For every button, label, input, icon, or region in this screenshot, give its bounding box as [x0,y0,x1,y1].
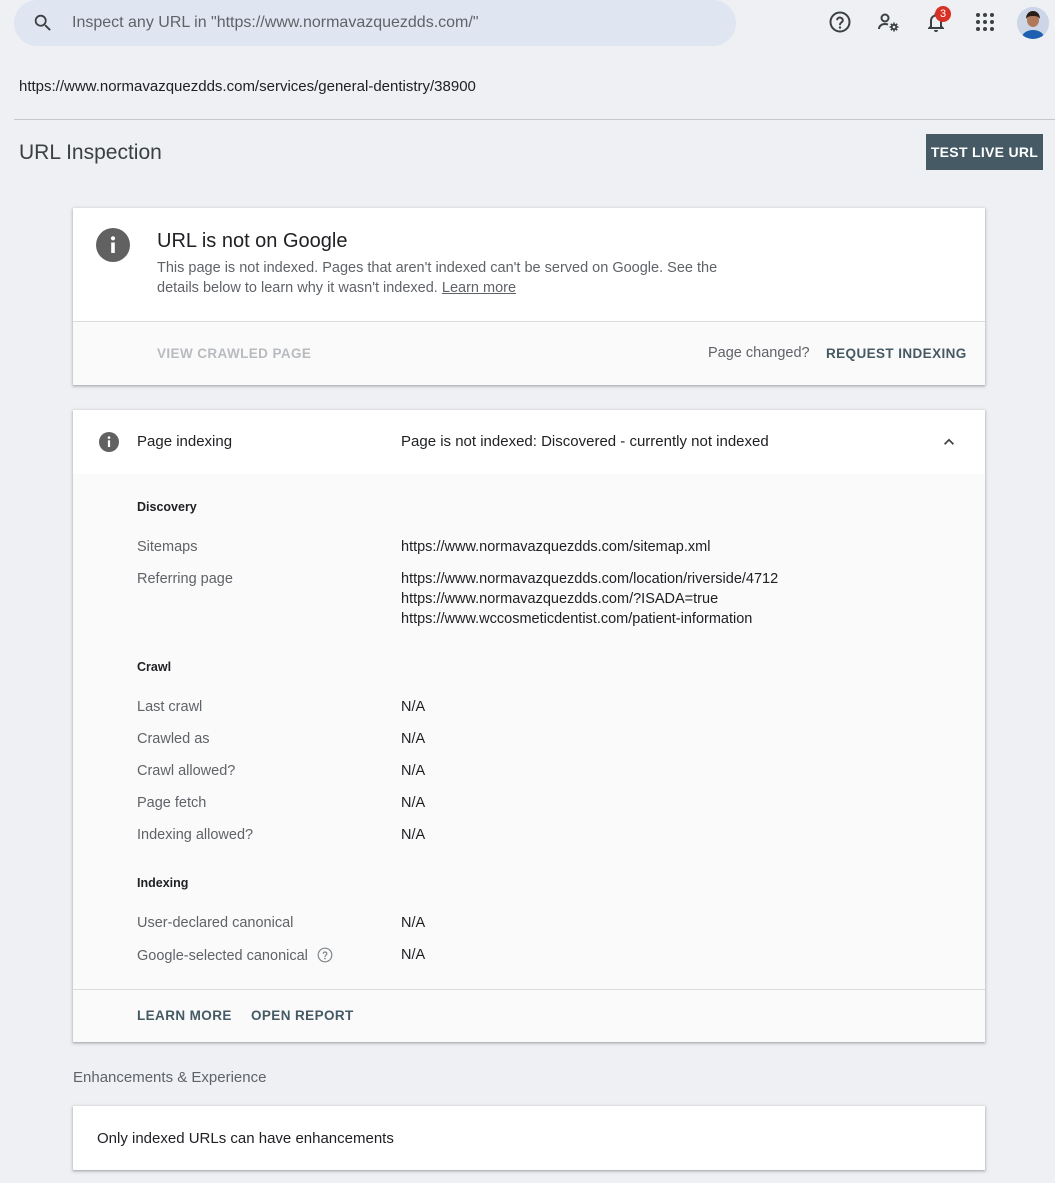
request-indexing-button[interactable]: REQUEST INDEXING [826,346,967,361]
help-icon[interactable] [828,10,852,34]
page-indexing-card: Page indexing Page is not indexed: Disco… [73,410,985,1042]
sitemaps-label: Sitemaps [137,539,198,555]
referring-page-value-1: https://www.normavazquezdds.com/location… [401,571,779,587]
referring-page-label: Referring page [137,571,233,587]
crawl-allowed-value: N/A [401,763,426,779]
discovery-heading: Discovery [137,500,197,514]
header-divider [14,119,1055,120]
page-indexing-status: Page is not indexed: Discovered - curren… [401,433,769,450]
view-crawled-page-button[interactable]: VIEW CRAWLED PAGE [157,346,311,361]
page-fetch-label: Page fetch [137,795,207,811]
enhancements-heading: Enhancements & Experience [73,1069,267,1086]
learn-more-button[interactable]: LEARN MORE [137,1008,232,1023]
crawl-heading: Crawl [137,660,172,674]
page-indexing-label: Page indexing [137,433,233,450]
info-icon [96,228,130,262]
last-crawl-value: N/A [401,699,426,715]
learn-more-link[interactable]: Learn more [442,280,516,296]
indexing-allowed-value: N/A [401,827,426,843]
page-changed-label: Page changed? [708,345,810,361]
info-icon [99,432,119,452]
page-fetch-value: N/A [401,795,426,811]
status-description-text: This page is not indexed. Pages that are… [157,260,718,296]
status-title: URL is not on Google [157,230,348,252]
chevron-up-icon[interactable] [939,432,959,452]
test-live-url-button[interactable]: TEST LIVE URL [926,134,1043,170]
avatar[interactable] [1017,7,1049,39]
google-selected-canonical-value: N/A [401,947,426,963]
google-selected-canonical-row: Google-selected canonical [137,947,333,964]
status-description: This page is not indexed. Pages that are… [157,258,757,298]
manage-users-icon[interactable] [876,10,900,34]
search-input[interactable] [72,0,712,46]
referring-page-value-2: https://www.normavazquezdds.com/?ISADA=t… [401,591,719,607]
crawl-allowed-label: Crawl allowed? [137,763,236,779]
referring-page-value-3: https://www.wccosmeticdentist.com/patien… [401,611,753,627]
notification-badge: 3 [935,6,951,22]
search-icon[interactable] [32,12,54,34]
help-circle-icon[interactable] [317,947,333,963]
page-title: URL Inspection [19,141,162,164]
enhancements-message: Only indexed URLs can have enhancements [97,1130,394,1147]
open-report-button[interactable]: OPEN REPORT [251,1008,354,1023]
crawled-as-label: Crawled as [137,731,210,747]
status-card-divider [73,321,985,322]
google-selected-canonical-label: Google-selected canonical [137,948,308,964]
enhancements-card: Only indexed URLs can have enhancements [73,1106,985,1170]
user-declared-canonical-value: N/A [401,915,426,931]
last-crawl-label: Last crawl [137,699,203,715]
search-bar[interactable] [14,0,736,46]
sitemaps-value: https://www.normavazquezdds.com/sitemap.… [401,539,711,555]
indexing-footer-divider [73,989,985,990]
inspected-url: https://www.normavazquezdds.com/services… [19,78,476,95]
user-declared-canonical-label: User-declared canonical [137,915,294,931]
apps-icon[interactable] [973,10,997,34]
indexing-heading: Indexing [137,876,189,890]
indexing-allowed-label: Indexing allowed? [137,827,254,843]
url-status-card: URL is not on Google This page is not in… [73,208,985,385]
crawled-as-value: N/A [401,731,426,747]
